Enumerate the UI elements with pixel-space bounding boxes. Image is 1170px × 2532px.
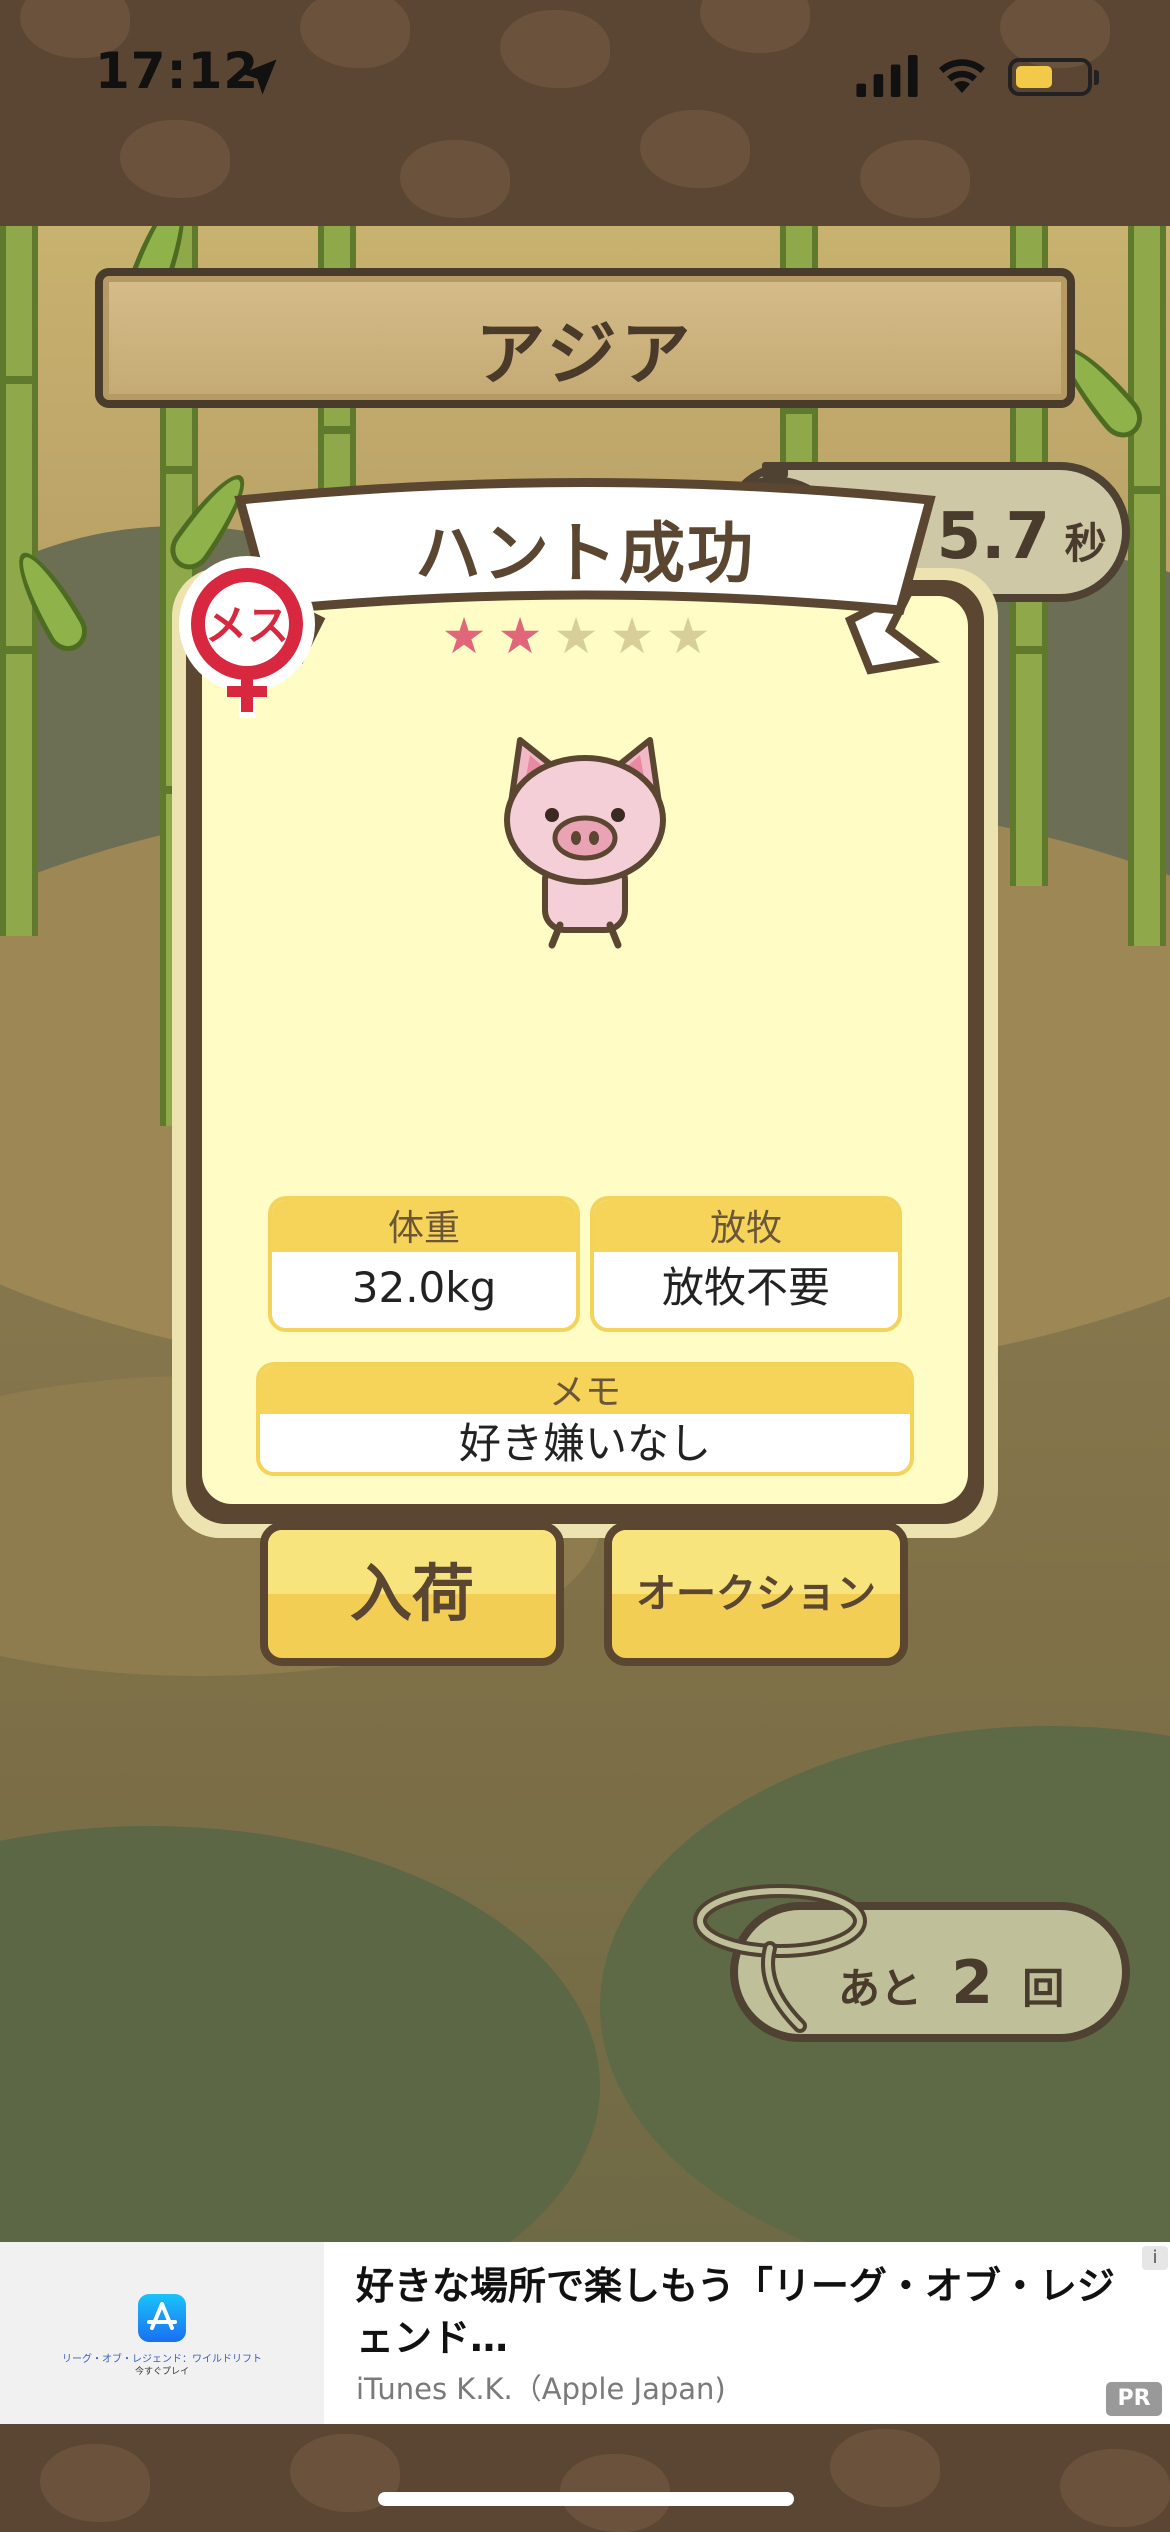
result-heading: ハント成功 [415,515,755,592]
bamboo-stalk [1128,226,1166,946]
memo-field: メモ 好き嫌いなし [256,1362,914,1476]
star-filled-icon: ★ [441,607,487,665]
background-pattern [640,110,750,188]
ad-banner[interactable]: リーグ・オブ・レジェンド：ワイルドリフト 今すぐプレイ 好きな場所で楽しもう「リ… [0,2242,1170,2424]
star-empty-icon: ★ [553,607,599,665]
weight-value: 32.0kg [351,1263,497,1312]
ad-pr-badge: PR [1106,2382,1162,2416]
star-filled-icon: ★ [497,607,543,665]
gender-label: メス [205,601,289,650]
memo-label: メモ [260,1366,910,1414]
grazing-label: 放牧 [594,1200,898,1252]
battery-icon [1008,58,1092,96]
ad-app-thumbnail[interactable]: リーグ・オブ・レジェンド：ワイルドリフト 今すぐプレイ [0,2242,324,2424]
timer-value: 5.7 [936,500,1051,574]
background-pattern [300,0,410,68]
background-pattern [500,10,610,88]
ad-title[interactable]: 好きな場所で楽しもう「リーグ・オブ・レジェンド… [356,2260,1136,2364]
star-empty-icon: ★ [665,607,711,665]
stock-button[interactable]: 入荷 [260,1522,564,1666]
remaining-value: 2 [951,1948,994,2018]
bush [0,1826,600,2242]
status-time: 17:12 [95,42,260,100]
lasso-rope-icon [693,1884,867,2033]
background-pattern [120,120,230,198]
grazing-field: 放牧 放牧不要 [590,1196,902,1332]
weight-label: 体重 [272,1200,576,1252]
grazing-value: 放牧不要 [661,1263,830,1312]
ad-app-cta: 今すぐプレイ [134,2367,189,2377]
remaining-readout: あと 2 回 [838,1948,1064,2018]
location-arrow-icon [241,59,277,95]
female-icon: メス [179,556,315,718]
memo-value: 好き嫌いなし [458,1419,711,1468]
remaining-unit: 回 [1022,1964,1065,2013]
background-pattern [400,140,510,218]
auction-button-label: オークション [636,1571,876,1617]
stock-button-label: 入荷 [349,1557,474,1630]
ad-info-icon[interactable]: i [1142,2246,1168,2270]
background-pattern [860,140,970,218]
stage-title-banner: アジア [95,268,1075,408]
auction-button[interactable]: オークション [604,1522,908,1666]
star-empty-icon: ★ [609,607,655,665]
ad-advertiser: iTunes K.K.（Apple Japan) [356,2372,726,2406]
signal-icon [856,55,918,97]
home-indicator[interactable] [378,2492,794,2506]
rarity-stars: ★ ★ ★ ★ ★ [440,607,730,672]
bottom-background [0,2424,1170,2532]
pig-illustration [504,737,666,949]
stage-title: アジア [475,313,695,395]
wifi-icon [939,59,985,93]
weight-field: 体重 32.0kg [268,1196,580,1332]
app-store-icon [138,2294,186,2342]
status-bar: 17:12 [0,0,1170,226]
timer-unit: 秒 [1064,519,1107,568]
background-pattern [700,0,810,53]
ad-app-name: リーグ・オブ・レジェンド：ワイルドリフト [62,2354,262,2365]
